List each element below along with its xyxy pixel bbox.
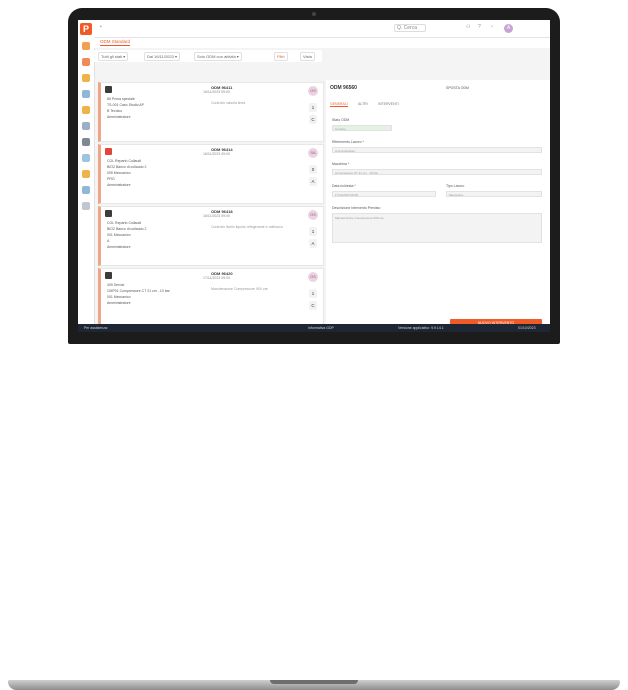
- type-field[interactable]: Meccanico: [446, 191, 542, 197]
- worker-label: Riferimento Lavoro *: [332, 140, 364, 144]
- menu-icon[interactable]: •: [100, 24, 102, 30]
- count-badge: C: [309, 301, 317, 310]
- odm-description: Controllo valvola linea: [211, 101, 246, 105]
- calendar-icon[interactable]: [82, 90, 90, 98]
- chart-icon[interactable]: [82, 170, 90, 178]
- app-logo[interactable]: P: [80, 23, 92, 35]
- state-field[interactable]: In corso: [332, 125, 392, 131]
- search-icon[interactable]: [82, 202, 90, 210]
- odm-line: COL Reparto Collaudi: [107, 159, 142, 163]
- filter-date[interactable]: Dal 16/11/2023 ▾: [144, 52, 180, 61]
- count-badge: A: [309, 239, 317, 248]
- camera-icon: [312, 12, 316, 16]
- star-icon[interactable]: [82, 42, 90, 50]
- odm-line: Amministratore: [107, 115, 131, 119]
- count-badge: 1: [309, 103, 317, 112]
- odm-date: 17/11/2023 09:00: [203, 276, 230, 280]
- odm-line: TS-001 Caso Studio AP: [107, 103, 144, 107]
- odm-description: Controllo livello liquido refrigerante e…: [211, 225, 283, 229]
- worker-field[interactable]: Amministratore: [332, 147, 542, 153]
- status-badge: OS: [308, 210, 318, 220]
- avatar[interactable]: A: [504, 24, 513, 33]
- odm-line: BIO2 Banco di collaudo 2: [107, 227, 147, 231]
- top-bar: • Q. Cerca ⚇ ? ◔ A: [94, 20, 550, 38]
- status-bar: Per assistenza: Informativa GDP Versione…: [78, 324, 550, 332]
- state-label: Stato ODM: [332, 118, 350, 122]
- clipboard-icon[interactable]: [82, 106, 90, 114]
- support-text: Per assistenza:: [84, 326, 108, 330]
- list-item[interactable]: ODM 96418 16/11/2023 09:00 COL Reparto C…: [98, 206, 324, 266]
- left-rail: P: [78, 20, 95, 324]
- list-item[interactable]: ODM 96420 17/11/2023 09:00 409 Servizi C…: [98, 268, 324, 328]
- odm-date: 16/11/2023 09:00: [203, 214, 230, 218]
- description-label: Descrizione Intervento Previsto: [332, 206, 381, 210]
- odm-line: 86 Prova speciale: [107, 97, 135, 101]
- home-icon[interactable]: [82, 58, 90, 66]
- version-text: Versione applicativo: 9.9.14.1: [398, 326, 444, 330]
- odm-line: Amministratore: [107, 301, 131, 305]
- count-badge: 1: [309, 289, 317, 298]
- page-title: ODM 96560: [330, 85, 357, 91]
- odm-line: 001 Meccanico: [107, 233, 131, 237]
- list-item[interactable]: ODM 96414 16/11/2023 09:00 COL Reparto C…: [98, 144, 324, 204]
- help-icon[interactable]: ?: [478, 24, 481, 30]
- status-badge: OS: [308, 272, 318, 282]
- tab-generali[interactable]: GENERALI: [330, 102, 348, 107]
- odm-line: A: [107, 239, 110, 243]
- odm-type-icon: [105, 272, 112, 279]
- odm-date: 16/11/2023 09:00: [203, 90, 230, 94]
- user-icon[interactable]: ⚇: [466, 24, 470, 30]
- view-button[interactable]: Vista: [300, 52, 315, 61]
- odm-line: BIO2 Banco di collaudo 2: [107, 165, 147, 169]
- tab-altri[interactable]: ALTRI: [358, 102, 368, 106]
- odm-line: Amministratore: [107, 183, 131, 187]
- date-label: Data richiesta *: [332, 184, 356, 188]
- search-input[interactable]: Q. Cerca: [394, 24, 427, 32]
- move-odm-button[interactable]: SPOSTA ODM: [446, 86, 469, 90]
- description-field[interactable]: Manutenzione Compressore 500 ore: [332, 213, 542, 243]
- odm-line: 005 Meccanico: [107, 171, 131, 175]
- detail-panel: ODM 96560 SPOSTA ODM GENERALI ALTRI INTE…: [326, 80, 550, 328]
- odm-type-icon: [105, 210, 112, 217]
- odm-line: Amministratore: [107, 245, 131, 249]
- odm-description: Manutenzione Compressore 500 ore: [211, 287, 268, 291]
- filter-button[interactable]: Filtri: [274, 52, 288, 61]
- tools-icon[interactable]: [82, 122, 90, 130]
- odm-type-icon: [105, 86, 112, 93]
- count-badge: C: [309, 115, 317, 124]
- type-label: Tipo Lavoro: [446, 184, 465, 188]
- status-badge: SA: [308, 148, 318, 158]
- wrench-icon[interactable]: [82, 74, 90, 82]
- document-icon[interactable]: [82, 186, 90, 194]
- status-time: 01/10/2023: [518, 326, 536, 330]
- odm-line: B Tecnico: [107, 109, 123, 113]
- count-badge: 1: [309, 227, 317, 236]
- filter-state[interactable]: Tutti gli stati ▾: [98, 52, 129, 61]
- odm-line: COL Reparto Collaudi: [107, 221, 142, 225]
- odm-line: PRO: [107, 177, 115, 181]
- count-badge: A: [309, 177, 317, 186]
- odm-line: 409 Servizi: [107, 283, 125, 287]
- odm-line: 001 Meccanico: [107, 295, 131, 299]
- privacy-link[interactable]: Informativa GDP: [308, 324, 334, 332]
- tab-bar: ODM Standard: [94, 38, 550, 48]
- filter-bar: Tutti gli stati ▾ Dal 16/11/2023 ▾ Solo …: [94, 50, 322, 62]
- odm-type-icon: [105, 148, 112, 155]
- tab-odm-standard[interactable]: ODM Standard: [100, 39, 131, 46]
- users-icon[interactable]: [82, 154, 90, 162]
- count-badge: 0: [309, 165, 317, 174]
- date-field[interactable]: 17/11/2023 09:00: [332, 191, 436, 197]
- odm-line: CMP01 Compressore CT 21 cm - 10 bar: [107, 289, 170, 293]
- notification-icon[interactable]: ◔: [490, 24, 493, 30]
- tab-interventi[interactable]: INTERVENTI: [378, 102, 399, 106]
- odm-date: 16/11/2023 09:00: [203, 152, 230, 156]
- gear-icon[interactable]: [82, 138, 90, 146]
- laptop-hinge-notch: [270, 680, 358, 684]
- machine-label: Macchina *: [332, 162, 350, 166]
- filter-activity[interactable]: Solo ODM con attività ▾: [194, 52, 242, 61]
- status-badge: OS: [308, 86, 318, 96]
- machine-field[interactable]: Compressore CT 21 cm - 10 bar: [332, 169, 542, 175]
- list-item[interactable]: ODM 96411 16/11/2023 09:00 86 Prova spec…: [98, 82, 324, 142]
- app-screen: P • Q. Cerca ⚇ ? ◔ A ODM Standard Tutti …: [78, 20, 550, 332]
